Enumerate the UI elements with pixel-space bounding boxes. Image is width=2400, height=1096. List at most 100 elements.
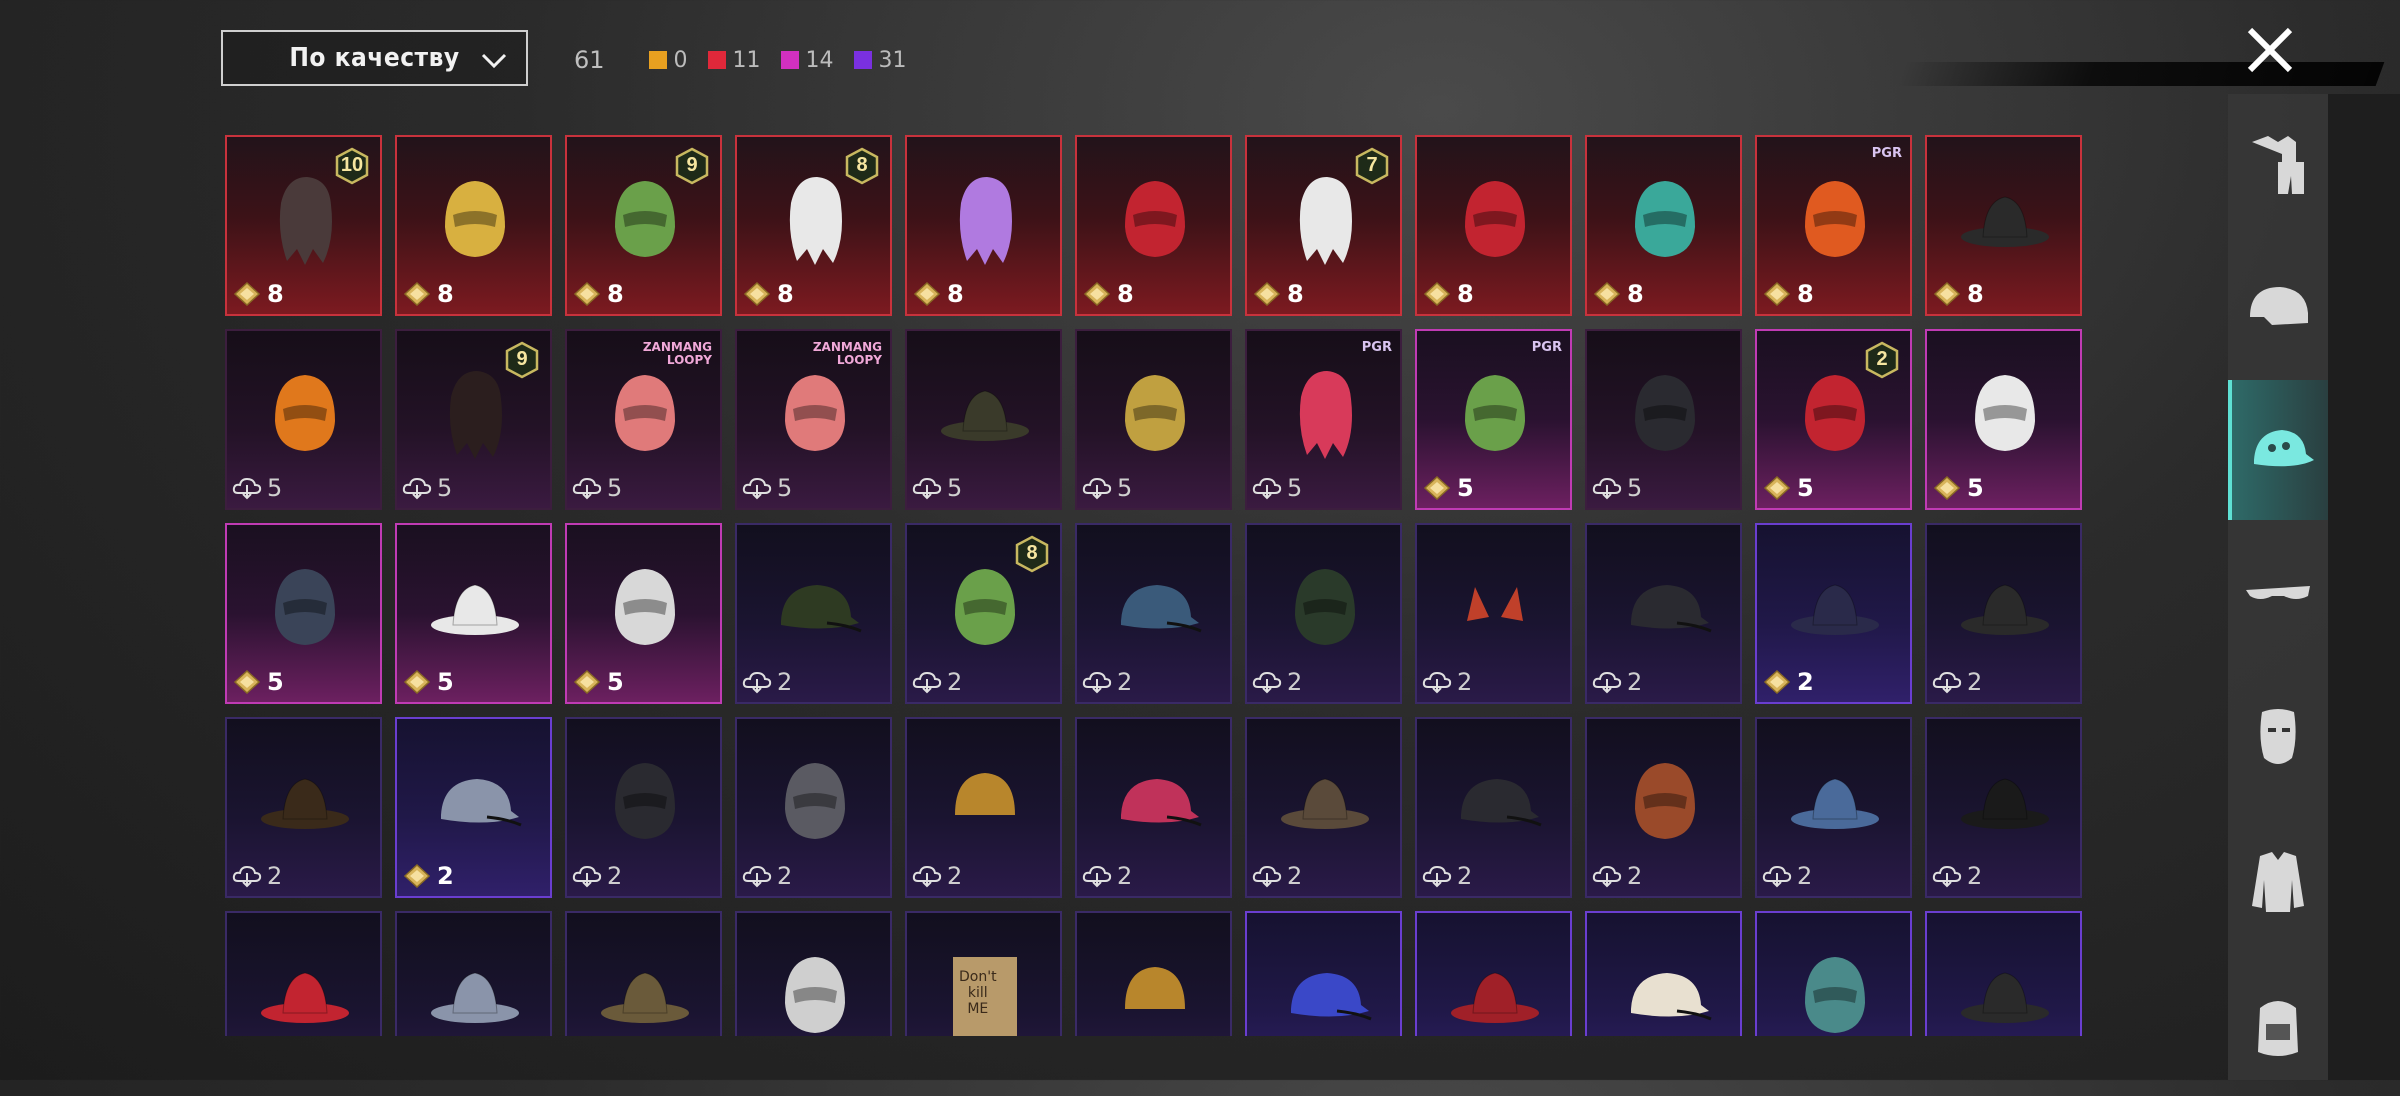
item-slot[interactable]: 2 bbox=[1925, 717, 2082, 898]
witch-hat-icon bbox=[1791, 584, 1879, 635]
item-cost: 5 bbox=[231, 474, 282, 502]
chicken-head-icon bbox=[615, 569, 675, 645]
category-tab-mask[interactable] bbox=[2228, 668, 2328, 808]
item-slot[interactable]: 8 bbox=[905, 135, 1062, 316]
sort-dropdown[interactable]: По качеству bbox=[221, 30, 528, 86]
item-slot[interactable]: 2 bbox=[225, 717, 382, 898]
item-slot[interactable]: 2 bbox=[1415, 523, 1572, 704]
item-cost-value: 5 bbox=[437, 474, 453, 502]
item-slot[interactable] bbox=[1755, 911, 1912, 1036]
item-slot[interactable]: 2 bbox=[565, 717, 722, 898]
item-cost: 5 bbox=[1251, 474, 1302, 502]
category-tab-cap[interactable] bbox=[2228, 380, 2328, 520]
item-slot[interactable]: 2 bbox=[735, 523, 892, 704]
item-slot[interactable] bbox=[565, 911, 722, 1036]
item-slot[interactable]: PGR 5 bbox=[1245, 329, 1402, 510]
item-slot[interactable]: 2 bbox=[905, 717, 1062, 898]
pink-hair-icon bbox=[1299, 371, 1352, 459]
item-cost-value: 2 bbox=[1967, 862, 1983, 890]
item-slot[interactable]: 5 bbox=[1585, 329, 1742, 510]
item-slot[interactable]: 95 bbox=[395, 329, 552, 510]
item-slot[interactable] bbox=[1925, 911, 2082, 1036]
item-slot[interactable] bbox=[395, 911, 552, 1036]
item-slot[interactable] bbox=[225, 911, 382, 1036]
item-slot[interactable]: 88 bbox=[735, 135, 892, 316]
item-cost-value: 2 bbox=[777, 862, 793, 890]
cap-icon bbox=[2254, 430, 2314, 467]
item-slot[interactable]: 2 bbox=[1585, 717, 1742, 898]
item-slot[interactable]: 5 bbox=[225, 523, 382, 704]
item-cost-value: 8 bbox=[1117, 280, 1134, 308]
close-icon[interactable] bbox=[2238, 18, 2302, 82]
item-cost: 2 bbox=[1081, 862, 1132, 890]
masked-blonde-hair-icon bbox=[445, 181, 505, 257]
item-slot[interactable]: PGR 5 bbox=[1415, 329, 1572, 510]
item-slot[interactable]: 5 bbox=[905, 329, 1062, 510]
item-slot[interactable]: 78 bbox=[1245, 135, 1402, 316]
item-cost-value: 5 bbox=[1117, 474, 1133, 502]
item-slot[interactable]: 2 bbox=[1585, 523, 1742, 704]
item-slot[interactable]: 5 bbox=[1925, 329, 2082, 510]
sidebar-edge bbox=[2328, 94, 2400, 1080]
quality-count-value: 31 bbox=[878, 47, 907, 73]
item-slot[interactable] bbox=[1585, 911, 1742, 1036]
item-cost: 8 bbox=[741, 280, 794, 308]
item-slot[interactable]: 8 bbox=[1415, 135, 1572, 316]
grey-shark-hat-icon bbox=[431, 972, 519, 1023]
item-slot[interactable]: 5 bbox=[565, 523, 722, 704]
item-cost: 2 bbox=[571, 862, 622, 890]
item-slot[interactable]: 2 bbox=[1075, 523, 1232, 704]
item-slot[interactable]: Don't kill ME bbox=[905, 911, 1062, 1036]
item-slot[interactable]: 2 bbox=[735, 717, 892, 898]
gem-currency-icon bbox=[1933, 475, 1961, 501]
gem-currency-icon bbox=[1423, 475, 1451, 501]
item-slot[interactable]: 2 bbox=[1925, 523, 2082, 704]
item-cost-value: 8 bbox=[1287, 280, 1304, 308]
item-slot[interactable] bbox=[1245, 911, 1402, 1036]
item-slot[interactable]: ZANMANG LOOPY 5 bbox=[735, 329, 892, 510]
item-cost-value: 8 bbox=[267, 280, 284, 308]
category-tab-jacket[interactable] bbox=[2228, 812, 2328, 952]
black-gas-mask-icon bbox=[615, 763, 675, 839]
category-tab-outfit[interactable] bbox=[2228, 94, 2328, 234]
category-tab-backpack[interactable] bbox=[2228, 956, 2328, 1096]
item-slot[interactable]: 10 8 bbox=[225, 135, 382, 316]
item-slot[interactable]: 5 bbox=[1075, 329, 1232, 510]
item-cost: 8 bbox=[1251, 280, 1304, 308]
cloud-currency-icon bbox=[1422, 671, 1452, 694]
total-count: 61 bbox=[574, 46, 605, 74]
item-slot[interactable]: 2 bbox=[1755, 523, 1912, 704]
item-cost-value: 5 bbox=[777, 474, 793, 502]
quality-count-orange: 0 bbox=[648, 48, 688, 73]
item-slot[interactable]: 2 bbox=[395, 717, 552, 898]
item-slot[interactable]: 98 bbox=[565, 135, 722, 316]
item-cost-value: 5 bbox=[1967, 474, 1984, 502]
item-slot[interactable]: 2 bbox=[1245, 523, 1402, 704]
item-slot[interactable]: 5 bbox=[225, 329, 382, 510]
item-slot[interactable] bbox=[1415, 911, 1572, 1036]
loopy-beaver-head-icon bbox=[615, 375, 675, 451]
item-grid-scroll[interactable]: 10 8 8 9 8 8 8 8 8 7 8 8 8 PGR 8 8 5 9 5 ZANMANG LOOPY 5 ZANM… bbox=[220, 132, 2090, 1036]
category-tab-helmet[interactable] bbox=[2228, 239, 2328, 379]
item-slot[interactable]: 2 bbox=[1075, 717, 1232, 898]
gem-currency-icon bbox=[573, 281, 601, 307]
item-slot[interactable]: 2 bbox=[1415, 717, 1572, 898]
item-slot[interactable]: 2 bbox=[1755, 717, 1912, 898]
item-slot[interactable]: PGR 8 bbox=[1755, 135, 1912, 316]
item-cost-value: 8 bbox=[607, 280, 624, 308]
item-slot[interactable] bbox=[1075, 911, 1232, 1036]
item-slot[interactable]: 25 bbox=[1755, 329, 1912, 510]
item-slot[interactable]: 8 bbox=[1075, 135, 1232, 316]
level-badge: 7 bbox=[1354, 147, 1390, 185]
item-slot[interactable]: 82 bbox=[905, 523, 1062, 704]
item-slot[interactable]: 2 bbox=[1245, 717, 1402, 898]
football-helmet-icon bbox=[1635, 763, 1695, 839]
item-slot[interactable] bbox=[735, 911, 892, 1036]
item-slot[interactable]: 8 bbox=[1925, 135, 2082, 316]
item-slot[interactable]: ZANMANG LOOPY 5 bbox=[565, 329, 722, 510]
item-slot[interactable]: 8 bbox=[1585, 135, 1742, 316]
item-slot[interactable]: 8 bbox=[395, 135, 552, 316]
item-cost-value: 5 bbox=[1627, 474, 1643, 502]
category-tab-glasses[interactable] bbox=[2228, 524, 2328, 664]
item-slot[interactable]: 5 bbox=[395, 523, 552, 704]
